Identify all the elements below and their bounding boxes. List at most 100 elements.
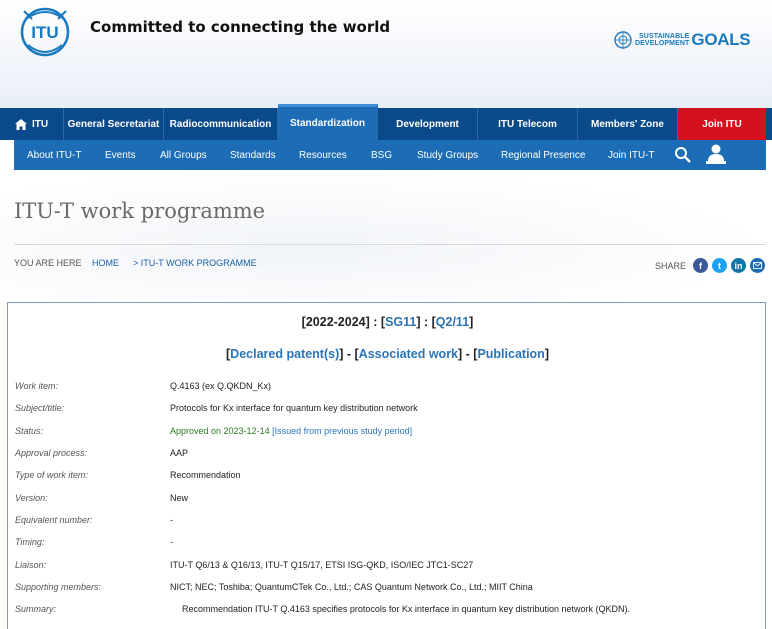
subnav-label: Regional Presence xyxy=(501,149,586,161)
subnav-resources[interactable]: Resources xyxy=(299,140,347,170)
row-label: Work item: xyxy=(15,381,59,391)
page-title: ITU-T work programme xyxy=(14,199,266,223)
subnav-bsg[interactable]: BSG xyxy=(371,140,392,170)
nav-general-secretariat[interactable]: General Secretariat xyxy=(64,108,164,140)
itu-logo[interactable]: ITU xyxy=(18,5,72,57)
nav-label: Members' Zone xyxy=(591,118,664,130)
sg-link[interactable]: SG11 xyxy=(385,315,416,329)
nav-itu-telecom[interactable]: ITU Telecom xyxy=(478,108,578,140)
row-subject: Subject/title: Protocols for Kx interfac… xyxy=(15,403,755,417)
nav-label: Standardization xyxy=(289,118,365,129)
divider xyxy=(14,244,766,245)
facebook-icon[interactable]: f xyxy=(693,258,708,273)
publication-link[interactable]: Publication xyxy=(477,347,544,361)
nav-label: ITU Telecom xyxy=(498,118,557,130)
breadcrumb-current[interactable]: > ITU-T WORK PROGRAMME xyxy=(133,258,257,268)
separator: ] : [ xyxy=(416,315,436,329)
subnav-study-groups[interactable]: Study Groups xyxy=(417,140,478,170)
nav-itu[interactable]: ITU xyxy=(0,108,64,140)
subnav-label: Standards xyxy=(230,149,276,161)
row-timing: Timing: - xyxy=(15,537,755,551)
row-label: Timing: xyxy=(15,537,45,547)
status-note-link[interactable]: [Issued from previous study period] xyxy=(270,426,412,436)
subnav-label: About ITU-T xyxy=(27,149,82,161)
subnav-about[interactable]: About ITU-T xyxy=(27,140,81,170)
work-item-panel: [2022-2024] : [SG11] : [Q2/11] [Declared… xyxy=(7,302,766,629)
separator: ] - [ xyxy=(339,347,359,361)
subnav-label: Join ITU-T xyxy=(608,149,655,161)
svg-text:ITU: ITU xyxy=(31,23,58,42)
nav-standardization[interactable]: Standardization xyxy=(278,104,378,140)
supporting-value: NICT; NEC; Toshiba; QuantumCTek Co., Ltd… xyxy=(170,582,533,592)
nav-members-zone[interactable]: Members' Zone xyxy=(578,108,678,140)
tagline: Committed to connecting the world xyxy=(90,18,391,36)
share-label: SHARE xyxy=(655,261,687,271)
row-summary: Summary: Recommendation ITU-T Q.4163 spe… xyxy=(15,604,755,618)
subnav-label: Events xyxy=(105,149,136,161)
world-map-background xyxy=(0,170,772,300)
home-icon xyxy=(14,118,27,130)
liaison-value: ITU-T Q6/13 & Q16/13, ITU-T Q15/17, ETSI… xyxy=(170,560,474,570)
nav-radiocommunication[interactable]: Radiocommunication xyxy=(164,108,278,140)
subnav-label: Resources xyxy=(299,149,347,161)
row-status: Status: Approved on 2023-12-14 [Issued f… xyxy=(15,426,755,440)
twitter-icon[interactable]: t xyxy=(712,258,727,273)
row-supporting: Supporting members: NICT; NEC; Toshiba; … xyxy=(15,582,755,596)
type-value: Recommendation xyxy=(170,470,241,480)
subject-value: Protocols for Kx interface for quantum k… xyxy=(170,403,418,413)
separator: ] xyxy=(469,315,474,329)
subnav-events[interactable]: Events xyxy=(105,140,136,170)
primary-nav: ITU General Secretariat Radiocommunicati… xyxy=(0,104,772,140)
row-type: Type of work item: Recommendation xyxy=(15,470,755,484)
nav-join-itu[interactable]: Join ITU xyxy=(678,108,766,140)
nav-development[interactable]: Development xyxy=(378,108,478,140)
row-label: Supporting members: xyxy=(15,582,102,592)
row-label: Summary: xyxy=(15,604,57,614)
approval-value-link[interactable]: AAP xyxy=(170,448,188,458)
site-header: ITU Committed to connecting the world SU… xyxy=(0,0,772,108)
email-icon[interactable] xyxy=(750,258,765,273)
subnav-all-groups[interactable]: All Groups xyxy=(160,140,207,170)
row-label: Approval process: xyxy=(15,448,88,458)
row-label: Status: xyxy=(15,426,44,436)
summary-value: Recommendation ITU-T Q.4163 specifies pr… xyxy=(182,604,631,614)
subnav-label: Study Groups xyxy=(417,149,479,161)
declared-patents-link[interactable]: Declared patent(s) xyxy=(230,347,339,361)
sdg-line2: DEVELOPMENT xyxy=(635,40,690,47)
row-liaison: Liaison: ITU-T Q6/13 & Q16/13, ITU-T Q15… xyxy=(15,560,755,574)
nav-label: Join ITU xyxy=(702,118,742,130)
separator: ] - [ xyxy=(458,347,478,361)
sdg-goals: GOALS xyxy=(691,30,751,49)
linkedin-icon[interactable]: in xyxy=(731,258,746,273)
subnav-regional-presence[interactable]: Regional Presence xyxy=(501,140,586,170)
search-icon[interactable] xyxy=(674,146,692,164)
subnav-standards[interactable]: Standards xyxy=(230,140,276,170)
un-emblem-icon xyxy=(614,31,632,49)
row-label: Type of work item: xyxy=(15,470,88,480)
related-links: [Declared patent(s)] - [Associated work]… xyxy=(8,347,767,361)
user-icon[interactable] xyxy=(704,143,728,166)
secondary-nav: About ITU-T Events All Groups Standards … xyxy=(14,140,766,170)
work-item-value[interactable]: Q.4163 (ex Q.QKDN_Kx) xyxy=(170,381,271,391)
breadcrumb-home[interactable]: HOME xyxy=(92,258,119,268)
row-label: Liaison: xyxy=(15,560,47,570)
status-value: Approved on 2023-12-14 xyxy=(170,426,270,436)
associated-work-link[interactable]: Associated work xyxy=(359,347,458,361)
breadcrumb-label: YOU ARE HERE xyxy=(14,258,82,268)
breadcrumb-current-link[interactable]: > ITU-T WORK PROGRAMME xyxy=(133,258,257,268)
nav-label: Development xyxy=(396,118,459,130)
timing-value: - xyxy=(170,537,173,547)
breadcrumb-home-link[interactable]: HOME xyxy=(92,258,119,268)
equivalent-value: - xyxy=(170,515,173,525)
envelope-icon xyxy=(753,262,762,269)
row-label: Subject/title: xyxy=(15,403,65,413)
subnav-join-itu-t[interactable]: Join ITU-T xyxy=(608,140,655,170)
version-value: New xyxy=(170,493,189,503)
sdg-line1: SUSTAINABLE xyxy=(639,33,690,40)
row-approval: Approval process: AAP xyxy=(15,448,755,462)
sdg-logo[interactable]: SUSTAINABLE DEVELOPMENT GOALS xyxy=(614,30,751,50)
question-link[interactable]: Q2/11 xyxy=(436,315,469,329)
subnav-label: All Groups xyxy=(160,149,207,161)
period-line: [2022-2024] : [SG11] : [Q2/11] xyxy=(8,315,767,329)
separator: : [ xyxy=(369,315,386,329)
